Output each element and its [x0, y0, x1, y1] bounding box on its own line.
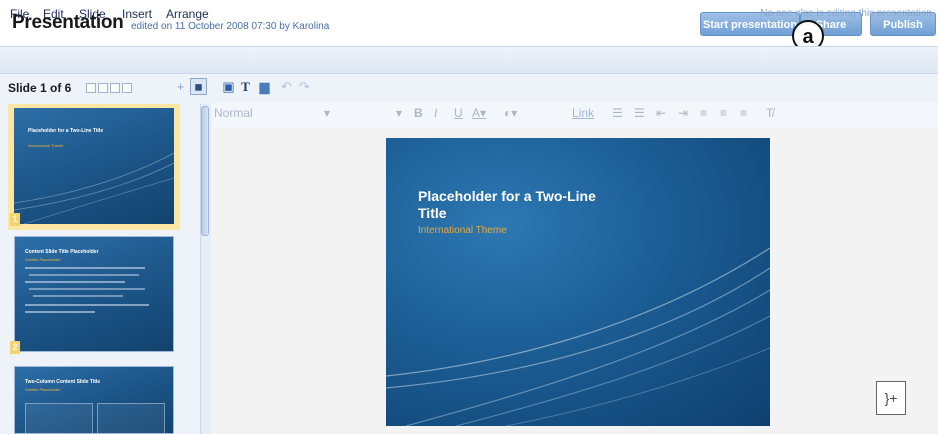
add-speaker-notes-icon[interactable]: }+	[876, 381, 906, 415]
thumbnail-text-line	[25, 267, 145, 269]
edited-note: edited on 11 October 2008 07:30 by Karol…	[131, 21, 330, 32]
thumbnail-number: 2	[10, 341, 20, 354]
view-toggle-3[interactable]	[110, 83, 120, 93]
italic-icon[interactable]: I	[434, 106, 437, 120]
thumbnail-text-line	[29, 274, 139, 276]
view-toggle-1[interactable]	[86, 83, 96, 93]
thumbnail-text-line	[29, 288, 145, 290]
bullet-list-icon[interactable]: ☰	[634, 106, 645, 120]
decrease-indent-icon[interactable]: ⇤	[656, 106, 666, 120]
slide-counter: Slide 1 of 6	[8, 81, 72, 95]
clear-format-icon[interactable]: T̸	[766, 106, 773, 120]
view-toggle-4[interactable]	[122, 83, 132, 93]
style-dropdown-icon[interactable]: ▾	[324, 106, 330, 120]
numbered-list-icon[interactable]: ☰	[612, 106, 623, 120]
swoosh-lines-icon	[386, 247, 770, 426]
thumbnail-scrollbar-thumb[interactable]	[201, 106, 209, 236]
slide-title-line-1: Placeholder for a Two-Line	[418, 188, 596, 204]
swoosh-lines-icon	[14, 152, 174, 224]
font-dropdown-icon[interactable]: ▾	[396, 106, 402, 120]
slide-title-line-2: Title	[418, 205, 447, 221]
insert-image-icon[interactable]: ▆	[256, 78, 273, 95]
menu-insert[interactable]: Insert	[122, 7, 152, 21]
bold-icon[interactable]: B	[414, 106, 423, 120]
text-color-icon[interactable]: A▾	[472, 106, 486, 120]
thumbnail-subtitle: Subtitle Placeholder	[25, 387, 61, 392]
menu-arrange[interactable]: Arrange	[166, 7, 209, 21]
style-select[interactable]: Normal	[214, 106, 253, 120]
align-right-icon[interactable]: ≡	[740, 106, 747, 120]
thumbnail-column-right	[97, 403, 165, 433]
slide-thumbnail-2[interactable]: Content Slide Title Placeholder Subtitle…	[14, 236, 174, 352]
slide-subtitle[interactable]: International Theme	[418, 225, 507, 236]
thumbnail-text-line	[25, 304, 149, 306]
slide-title[interactable]: Placeholder for a Two-Line Title	[418, 188, 638, 222]
thumbnail-text-line	[33, 295, 123, 297]
undo-icon[interactable]: ↶	[278, 78, 295, 95]
current-slide[interactable]	[386, 138, 770, 426]
align-center-icon[interactable]: ≡	[720, 106, 727, 120]
menu-slide[interactable]: Slide	[79, 7, 106, 21]
menu-edit[interactable]: Edit	[43, 7, 64, 21]
layout-icon[interactable]: ◼	[190, 78, 207, 95]
highlight-icon[interactable]: ◐▾	[504, 106, 517, 120]
toolbar	[0, 74, 938, 102]
thumbnail-title: Content Slide Title Placeholder	[25, 249, 99, 255]
redo-icon[interactable]: ↷	[296, 78, 313, 95]
slide-thumbnail-1[interactable]: Placeholder for a Two-Line Title Interna…	[14, 108, 174, 224]
thumbnail-column-left	[25, 403, 93, 433]
save-icon[interactable]: ▣	[220, 78, 237, 95]
thumbnail-subtitle: International Theme	[28, 143, 64, 148]
new-slide-icon[interactable]: +	[172, 78, 189, 95]
insert-text-icon[interactable]: T	[237, 78, 254, 95]
thumbnail-text-line	[25, 281, 125, 283]
menubar	[0, 46, 938, 74]
menu-file[interactable]: File	[10, 7, 29, 21]
slide-thumbnail-3[interactable]: Two-Column Content Slide Title Subtitle …	[14, 366, 174, 434]
thumbnail-subtitle: Subtitle Placeholder	[25, 257, 61, 262]
increase-indent-icon[interactable]: ⇥	[678, 106, 688, 120]
thumbnail-number: 1	[10, 213, 20, 226]
underline-icon[interactable]: U	[454, 106, 463, 120]
thumbnail-text-line	[25, 311, 95, 313]
thumbnail-title: Two-Column Content Slide Title	[25, 379, 101, 385]
collaborators-status: No one else is editing this presentation	[760, 8, 932, 19]
view-toggle-2[interactable]	[98, 83, 108, 93]
align-left-icon[interactable]: ≡	[700, 106, 707, 120]
link-button[interactable]: Link	[572, 106, 594, 120]
thumbnail-title: Placeholder for a Two-Line Title	[28, 128, 104, 134]
